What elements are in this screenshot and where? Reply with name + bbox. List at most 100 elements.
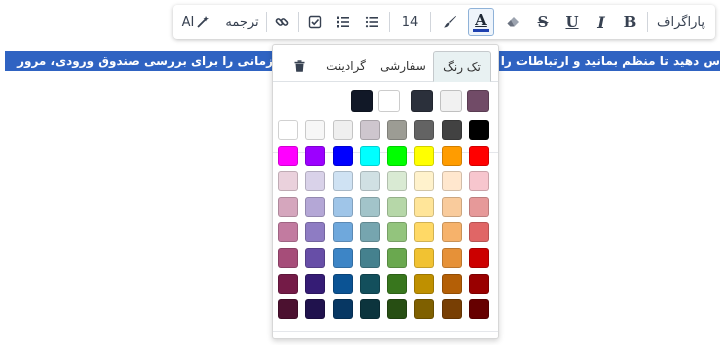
link-button[interactable] xyxy=(269,5,295,39)
theme-color-swatch[interactable] xyxy=(411,90,433,112)
palette-color-swatch[interactable] xyxy=(387,299,407,319)
strikethrough-icon: S xyxy=(537,13,549,31)
bold-button[interactable]: B xyxy=(617,5,643,39)
palette-color-swatch[interactable] xyxy=(414,171,434,191)
palette-color-swatch[interactable] xyxy=(442,299,462,319)
palette-color-swatch[interactable] xyxy=(442,146,462,166)
palette-color-swatch[interactable] xyxy=(387,171,407,191)
palette-color-swatch[interactable] xyxy=(360,222,380,242)
trash-button[interactable] xyxy=(288,51,310,81)
palette-color-swatch[interactable] xyxy=(278,171,298,191)
toolbar-separator xyxy=(430,12,431,32)
palette-color-swatch[interactable] xyxy=(469,146,489,166)
popup-footer-divider xyxy=(273,331,498,332)
palette-color-swatch[interactable] xyxy=(360,146,380,166)
palette-color-swatch[interactable] xyxy=(387,248,407,268)
palette-color-swatch[interactable] xyxy=(278,299,298,319)
palette-color-swatch[interactable] xyxy=(360,120,380,140)
palette-color-swatch[interactable] xyxy=(414,197,434,217)
palette-color-swatch[interactable] xyxy=(469,120,489,140)
palette-color-swatch[interactable] xyxy=(333,248,353,268)
palette-color-swatch[interactable] xyxy=(414,248,434,268)
trash-icon xyxy=(294,60,304,72)
checklist-button[interactable] xyxy=(302,5,328,39)
ai-button[interactable]: AI xyxy=(179,5,213,39)
palette-color-swatch[interactable] xyxy=(387,274,407,294)
background-color-button[interactable] xyxy=(436,5,464,39)
palette-color-swatch[interactable] xyxy=(360,171,380,191)
clear-format-button[interactable] xyxy=(500,5,526,39)
palette-color-swatch[interactable] xyxy=(469,248,489,268)
palette-color-swatch[interactable] xyxy=(305,120,325,140)
numbered-list-button[interactable] xyxy=(330,5,356,39)
palette-color-swatch[interactable] xyxy=(414,146,434,166)
palette-color-swatch[interactable] xyxy=(278,274,298,294)
palette-color-swatch[interactable] xyxy=(305,274,325,294)
selected-text-right[interactable]: س دهید تا منظم بمانید و ارتباطات را حفظ … xyxy=(497,51,720,71)
palette-color-swatch[interactable] xyxy=(414,120,434,140)
palette-color-swatch[interactable] xyxy=(414,299,434,319)
palette-color-swatch[interactable] xyxy=(333,222,353,242)
palette-color-swatch[interactable] xyxy=(278,222,298,242)
theme-color-swatch[interactable] xyxy=(378,90,400,112)
palette-color-swatch[interactable] xyxy=(278,197,298,217)
palette-color-swatch[interactable] xyxy=(469,197,489,217)
palette-color-swatch[interactable] xyxy=(442,120,462,140)
palette-color-swatch[interactable] xyxy=(469,171,489,191)
palette-color-swatch[interactable] xyxy=(360,248,380,268)
strikethrough-button[interactable]: S xyxy=(530,5,556,39)
italic-button[interactable]: I xyxy=(588,5,614,39)
palette-color-swatch[interactable] xyxy=(360,274,380,294)
text-color-underbar xyxy=(473,29,489,32)
palette-color-swatch[interactable] xyxy=(387,222,407,242)
palette-color-swatch[interactable] xyxy=(442,171,462,191)
palette-color-swatch[interactable] xyxy=(333,197,353,217)
text-color-button[interactable]: A xyxy=(468,8,494,36)
palette-color-swatch[interactable] xyxy=(278,248,298,268)
font-size-input[interactable]: 14 xyxy=(394,5,426,39)
palette-color-swatch[interactable] xyxy=(333,146,353,166)
palette-color-swatch[interactable] xyxy=(305,171,325,191)
palette-color-swatch[interactable] xyxy=(469,299,489,319)
palette-color-swatch[interactable] xyxy=(469,222,489,242)
underline-button[interactable]: U xyxy=(559,5,585,39)
selected-text-left[interactable]: زمانی را برای بررسی صندوق ورودی، مرور xyxy=(5,51,273,71)
palette-color-swatch[interactable] xyxy=(387,120,407,140)
tab-custom[interactable]: سفارشی xyxy=(377,51,429,81)
toolbar-separator xyxy=(266,12,267,32)
translate-button[interactable]: ترجمه xyxy=(218,5,266,39)
palette-color-swatch[interactable] xyxy=(278,120,298,140)
palette-color-swatch[interactable] xyxy=(333,120,353,140)
palette-color-swatch[interactable] xyxy=(442,222,462,242)
palette-color-swatch[interactable] xyxy=(305,248,325,268)
palette-color-swatch[interactable] xyxy=(414,222,434,242)
palette-color-swatch[interactable] xyxy=(333,171,353,191)
paragraph-style-dropdown[interactable]: پاراگراف xyxy=(651,5,711,39)
palette-color-swatch[interactable] xyxy=(360,299,380,319)
palette-color-swatch[interactable] xyxy=(305,222,325,242)
palette-color-swatch[interactable] xyxy=(278,146,298,166)
palette-color-swatch[interactable] xyxy=(305,299,325,319)
theme-color-swatch[interactable] xyxy=(351,90,373,112)
palette-color-swatch[interactable] xyxy=(333,299,353,319)
palette-color-swatch[interactable] xyxy=(442,248,462,268)
eraser-icon xyxy=(507,17,519,27)
tab-solid[interactable]: تک رنگ xyxy=(433,51,491,82)
theme-color-swatch[interactable] xyxy=(467,90,489,112)
palette-color-swatch[interactable] xyxy=(387,197,407,217)
palette-color-swatch[interactable] xyxy=(442,274,462,294)
theme-color-swatch[interactable] xyxy=(440,90,462,112)
palette-color-swatch[interactable] xyxy=(305,197,325,217)
palette-color-swatch[interactable] xyxy=(305,146,325,166)
palette-color-swatch[interactable] xyxy=(414,274,434,294)
tab-gradient[interactable]: گرادینت xyxy=(318,51,374,81)
bullet-list-icon xyxy=(365,16,378,28)
palette-color-swatch[interactable] xyxy=(360,197,380,217)
tab-solid-label: تک رنگ xyxy=(443,59,481,74)
palette-color-swatch[interactable] xyxy=(469,274,489,294)
palette-color-swatch[interactable] xyxy=(442,197,462,217)
bullet-list-button[interactable] xyxy=(359,5,385,39)
palette-color-swatch[interactable] xyxy=(333,274,353,294)
text-color-glyph: A xyxy=(475,11,487,29)
palette-color-swatch[interactable] xyxy=(387,146,407,166)
